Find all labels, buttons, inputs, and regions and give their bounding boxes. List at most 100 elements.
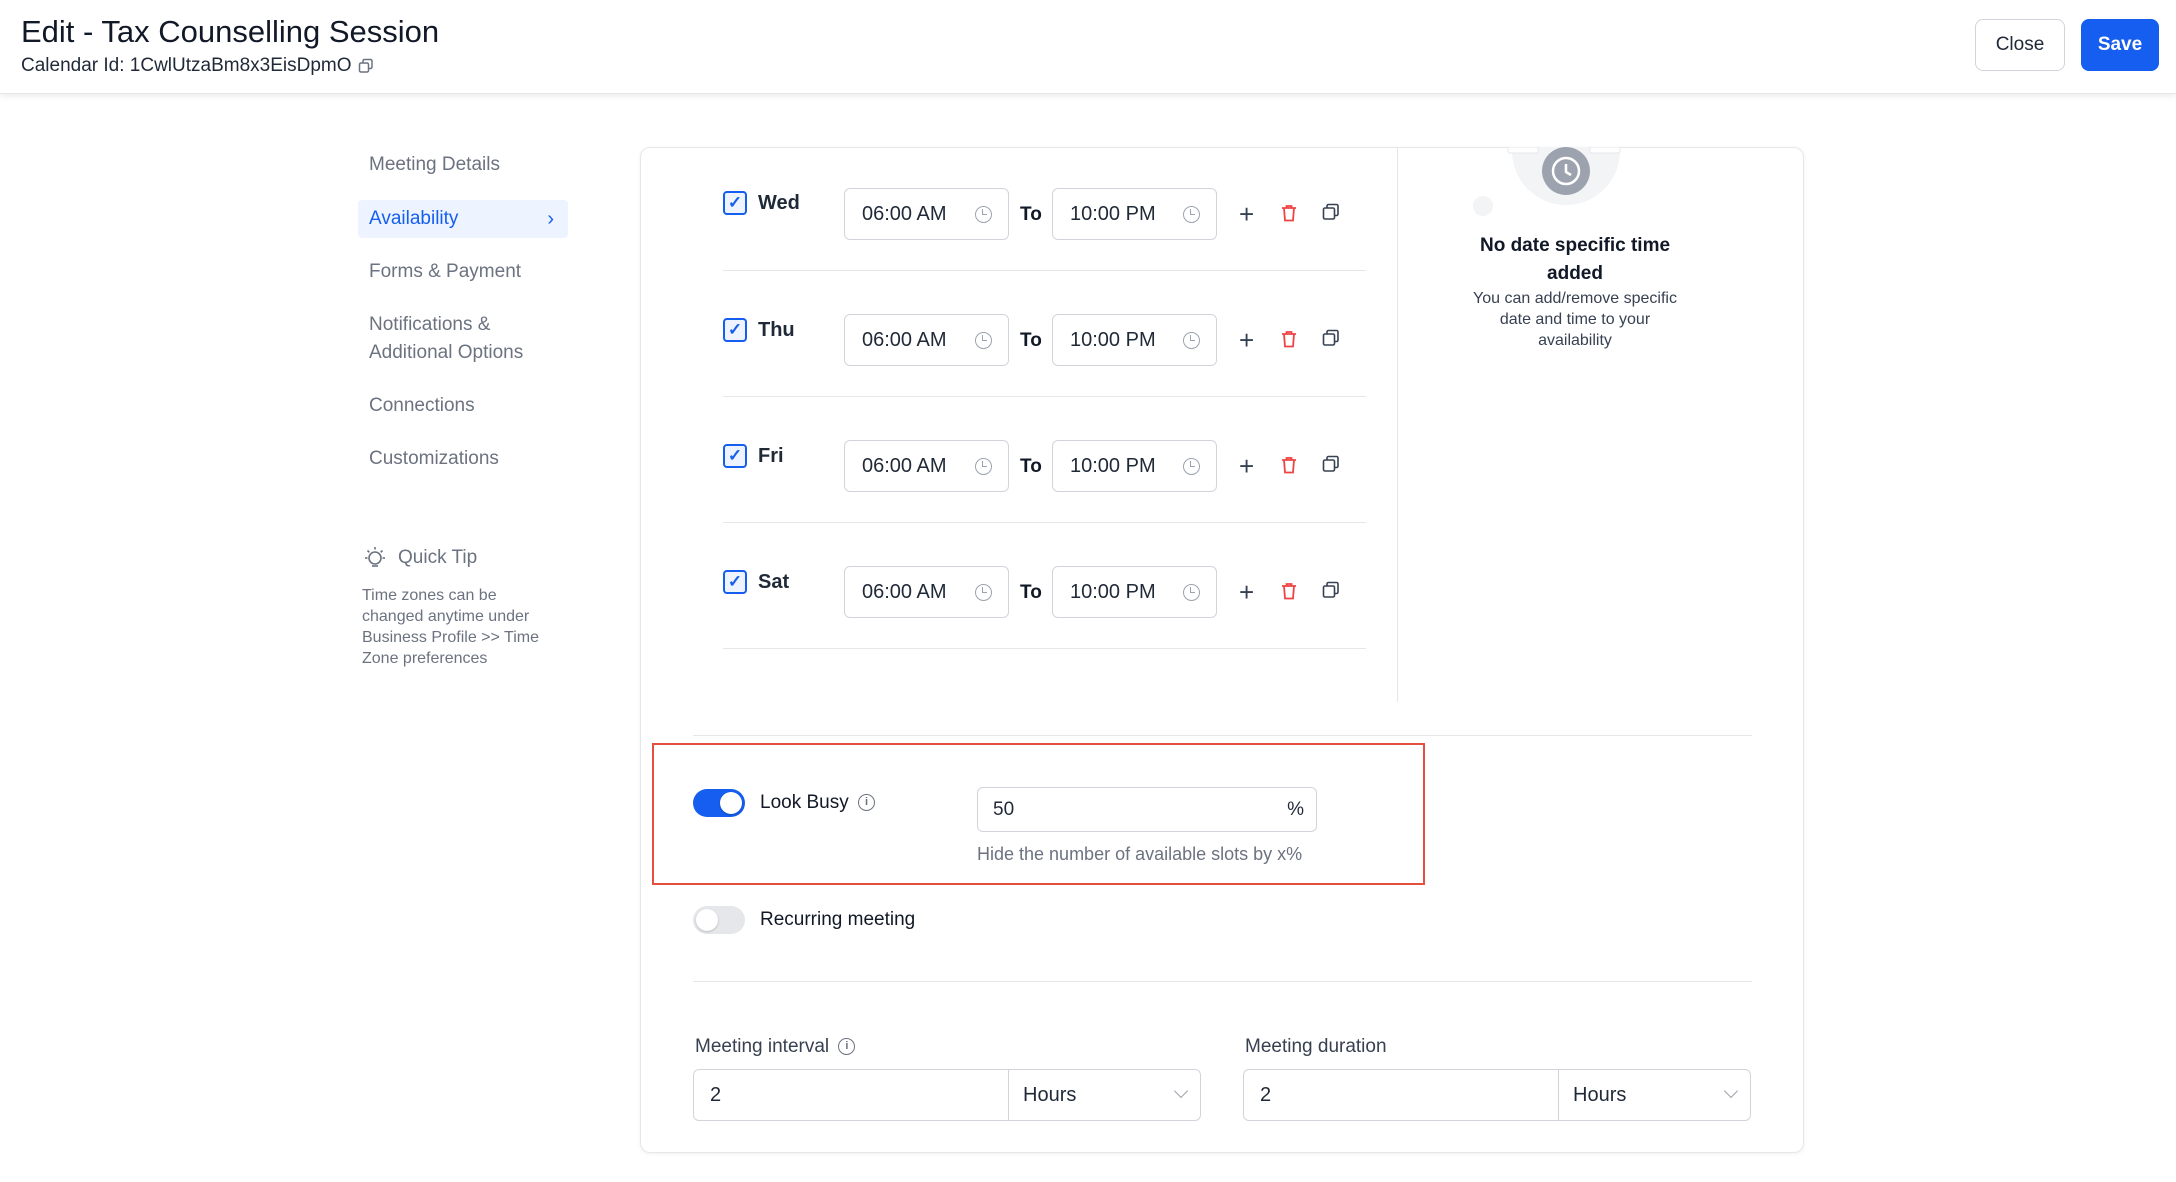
day-checkbox[interactable]: ✓	[723, 570, 747, 594]
info-icon[interactable]: i	[858, 794, 876, 812]
chevron-right-icon: ›	[547, 208, 554, 230]
end-time-value: 10:00 PM	[1070, 455, 1156, 477]
nav-item-label: Customizations	[369, 448, 499, 469]
meeting-interval-field: 2 Hours	[693, 1069, 1201, 1121]
quick-tip-header: Quick Tip	[362, 545, 562, 571]
day-checkbox[interactable]: ✓	[723, 191, 747, 215]
clock-icon	[1183, 206, 1200, 223]
add-slot-icon[interactable]: +	[1239, 201, 1254, 227]
column-divider	[1397, 147, 1398, 702]
field-separator	[1008, 1070, 1009, 1120]
nav-item-label: Forms & Payment	[369, 261, 522, 282]
calendar-id: Calendar Id: 1CwlUtzaBm8x3EisDpmO	[21, 55, 374, 77]
info-icon[interactable]: i	[838, 1038, 856, 1056]
field-separator	[1558, 1070, 1559, 1120]
day-row-sat: ✓ Sat 06:00 AM To 10:00 PM +	[723, 523, 1366, 649]
start-time-value: 06:00 AM	[862, 203, 947, 225]
meeting-duration-unit-select[interactable]: Hours	[1573, 1070, 1626, 1120]
day-checkbox[interactable]: ✓	[723, 318, 747, 342]
copy-icon[interactable]	[358, 58, 374, 74]
start-time-input[interactable]: 06:00 AM	[844, 188, 1009, 240]
end-time-input[interactable]: 10:00 PM	[1052, 566, 1217, 618]
look-busy-label-text: Look Busy	[760, 792, 849, 813]
copy-icon[interactable]	[1322, 581, 1340, 599]
nav-item-customizations[interactable]: Customizations	[358, 445, 568, 473]
look-busy-toggle[interactable]	[693, 789, 745, 817]
nav-item-notifications[interactable]: Notifications & Additional Options	[358, 311, 568, 367]
top-header: Edit - Tax Counselling Session Calendar …	[0, 0, 2176, 94]
trash-icon[interactable]	[1281, 204, 1297, 222]
day-label: Wed	[758, 192, 800, 214]
quick-tip-title: Quick Tip	[398, 547, 478, 568]
recurring-label: Recurring meeting	[760, 909, 916, 930]
empty-state-title: No date specific time added	[1479, 235, 1671, 284]
day-row-thu: ✓ Thu 06:00 AM To 10:00 PM +	[723, 271, 1366, 397]
day-label: Sat	[758, 571, 790, 593]
end-time-input[interactable]: 10:00 PM	[1052, 188, 1217, 240]
nav-item-label: Notifications &	[369, 314, 491, 335]
recurring-toggle[interactable]	[693, 906, 745, 934]
trash-icon[interactable]	[1281, 456, 1297, 474]
start-time-value: 06:00 AM	[862, 455, 947, 477]
to-label: To	[1020, 582, 1042, 603]
clock-icon	[975, 458, 992, 475]
start-time-input[interactable]: 06:00 AM	[844, 440, 1009, 492]
trash-icon[interactable]	[1281, 330, 1297, 348]
look-busy-label: Look Busy i	[760, 792, 876, 814]
clock-illustration-icon	[1507, 147, 1621, 205]
chevron-down-icon[interactable]	[1173, 1083, 1189, 1099]
to-label: To	[1020, 204, 1042, 225]
clock-icon	[975, 584, 992, 601]
add-slot-icon[interactable]: +	[1239, 327, 1254, 353]
toggle-knob	[696, 909, 718, 931]
look-busy-value: 50	[993, 799, 1015, 820]
meeting-duration-label: Meeting duration	[1245, 1036, 1387, 1057]
nav-item-label: Connections	[369, 395, 475, 416]
quick-tip-body: Time zones can be changed anytime under …	[362, 587, 539, 667]
trash-icon[interactable]	[1281, 582, 1297, 600]
nav-item-connections[interactable]: Connections	[358, 392, 568, 420]
day-label: Fri	[758, 445, 784, 467]
copy-icon[interactable]	[1322, 455, 1340, 473]
to-label: To	[1020, 456, 1042, 477]
meeting-interval-input[interactable]: 2	[710, 1070, 721, 1120]
nav-item-label: Availability	[369, 208, 459, 229]
meeting-interval-label-text: Meeting interval	[695, 1036, 830, 1057]
clock-icon	[1183, 332, 1200, 349]
nav-item-label: Additional Options	[369, 342, 524, 363]
meeting-duration-input[interactable]: 2	[1260, 1070, 1271, 1120]
toggle-knob	[720, 792, 742, 814]
day-row-wed: ✓ Wed 06:00 AM To 10:00 PM +	[723, 145, 1366, 271]
start-time-input[interactable]: 06:00 AM	[844, 314, 1009, 366]
start-time-value: 06:00 AM	[862, 581, 947, 603]
nav-item-label: Meeting Details	[369, 154, 500, 175]
quick-tip: Quick Tip Time zones can be changed anyt…	[362, 545, 562, 669]
save-button[interactable]: Save	[2081, 19, 2159, 71]
add-slot-icon[interactable]: +	[1239, 453, 1254, 479]
meeting-interval-label: Meeting interval i	[695, 1036, 856, 1058]
meeting-duration-field: 2 Hours	[1243, 1069, 1751, 1121]
section-divider	[693, 981, 1752, 982]
meeting-interval-unit-select[interactable]: Hours	[1023, 1070, 1076, 1120]
section-divider	[693, 735, 1752, 736]
clock-icon	[975, 332, 992, 349]
close-button[interactable]: Close	[1975, 19, 2065, 71]
clock-icon	[975, 206, 992, 223]
empty-state-desc: You can add/remove specific date and tim…	[1473, 290, 1677, 349]
add-slot-icon[interactable]: +	[1239, 579, 1254, 605]
start-time-input[interactable]: 06:00 AM	[844, 566, 1009, 618]
chevron-down-icon[interactable]	[1723, 1083, 1739, 1099]
day-label: Thu	[758, 319, 795, 341]
end-time-input[interactable]: 10:00 PM	[1052, 314, 1217, 366]
percent-unit: %	[1287, 799, 1304, 820]
nav-item-availability[interactable]: Availability ›	[358, 200, 568, 238]
day-checkbox[interactable]: ✓	[723, 444, 747, 468]
look-busy-percent-input[interactable]: 50 %	[977, 787, 1317, 832]
nav-item-forms-payment[interactable]: Forms & Payment	[358, 258, 568, 286]
copy-icon[interactable]	[1322, 203, 1340, 221]
nav-item-meeting-details[interactable]: Meeting Details	[358, 151, 568, 179]
settings-nav: Meeting Details Availability › Forms & P…	[358, 142, 568, 473]
end-time-input[interactable]: 10:00 PM	[1052, 440, 1217, 492]
end-time-value: 10:00 PM	[1070, 329, 1156, 351]
copy-icon[interactable]	[1322, 329, 1340, 347]
